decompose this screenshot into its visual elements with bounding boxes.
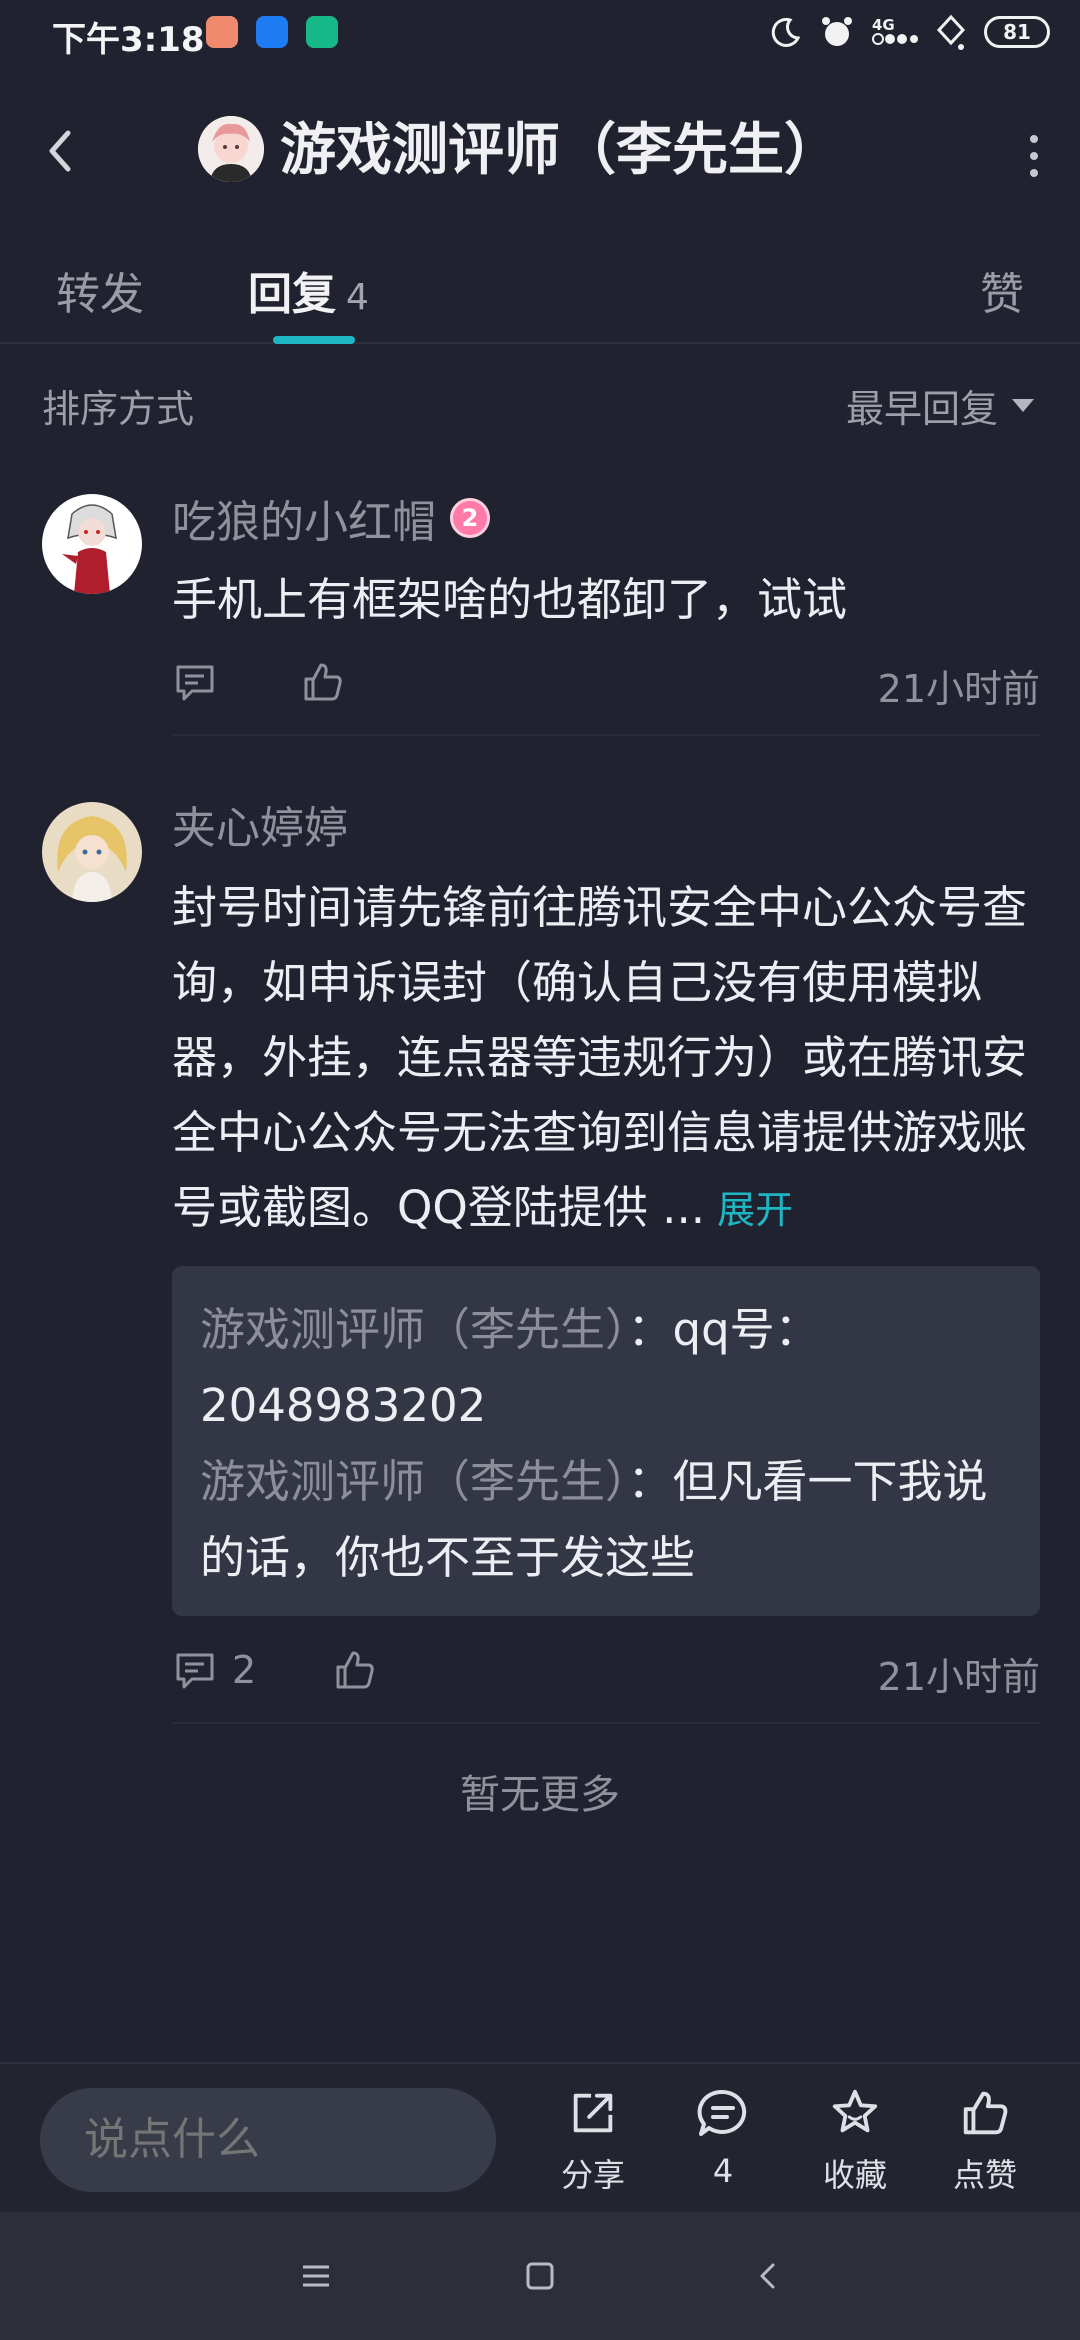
share-icon bbox=[573, 2093, 613, 2133]
comment-text-body: 封号时间请先锋前往腾讯安全中心公众号查询，如申诉误封（确认自己没有使用模拟器，外… bbox=[172, 881, 1028, 1234]
comment-actions: 21小时前 bbox=[172, 654, 1040, 711]
expand-link[interactable]: 展开 bbox=[717, 1188, 793, 1232]
bottom-action-bar: 分享 4 收藏 点赞 bbox=[0, 2062, 1080, 2212]
tab-reply-label: 回复 bbox=[248, 269, 336, 320]
anime-avatar-icon bbox=[42, 494, 142, 594]
thumbs-up-icon bbox=[963, 2091, 1008, 2135]
sort-value-label: 最早回复 bbox=[845, 387, 998, 431]
thumbs-up-icon bbox=[336, 1651, 374, 1689]
tab-reply[interactable]: 回复 4 bbox=[248, 258, 369, 322]
like-button[interactable] bbox=[300, 654, 346, 710]
commenter-name[interactable]: 夹心婷婷 bbox=[172, 792, 348, 856]
battery-indicator: 81 bbox=[984, 16, 1050, 48]
tab-reply-count: 4 bbox=[346, 277, 369, 318]
home-nav-button[interactable] bbox=[514, 2250, 566, 2302]
more-vertical-icon-dot bbox=[1030, 135, 1038, 143]
notification-app-icon-2 bbox=[256, 16, 288, 48]
reply-count: 2 bbox=[232, 1648, 257, 1692]
end-of-list-text: 暂无更多 bbox=[460, 1772, 620, 1818]
star-icon bbox=[832, 2089, 878, 2133]
comment-text[interactable]: 封号时间请先锋前往腾讯安全中心公众号查询，如申诉误封（确认自己没有使用模拟器，外… bbox=[172, 870, 1042, 1248]
reply-button[interactable]: 2 bbox=[172, 1642, 256, 1698]
commenter-avatar[interactable] bbox=[42, 494, 142, 594]
notification-app-icon-1 bbox=[206, 16, 238, 48]
status-time: 下午3:18 bbox=[52, 20, 205, 60]
system-navigation-bar bbox=[0, 2212, 1080, 2340]
comments-count: 4 bbox=[712, 2152, 734, 2190]
comment-divider bbox=[172, 1722, 1040, 1724]
post-replies-screen: 下午3:18 4G 81 游戏测评师（李先生） 转发 回复 4 赞 排序方式 最… bbox=[0, 0, 1080, 2340]
wifi-diamond-icon bbox=[936, 14, 966, 50]
reply-preview-box[interactable]: 游戏测评师（李先生）：qq号：2048983202 游戏测评师（李先生）：但凡看… bbox=[172, 1266, 1040, 1616]
reply-author[interactable]: 游戏测评师（李先生） bbox=[200, 1303, 628, 1356]
comment-text[interactable]: 手机上有框架啥的也都卸了，试试 bbox=[172, 562, 1042, 637]
menu-nav-button[interactable] bbox=[290, 2250, 342, 2302]
comment-time: 21小时前 bbox=[877, 1655, 1040, 1699]
caret-down-icon bbox=[1012, 399, 1034, 412]
moon-icon bbox=[771, 17, 801, 47]
header: 游戏测评师（李先生） bbox=[0, 66, 1080, 238]
anime-avatar-icon bbox=[42, 802, 142, 902]
comment-input[interactable] bbox=[40, 2088, 496, 2192]
level-badge: 2 bbox=[450, 498, 490, 538]
status-icons: 4G 81 bbox=[770, 12, 1050, 52]
reply-author[interactable]: 游戏测评师（李先生） bbox=[200, 1455, 628, 1508]
active-tab-indicator bbox=[273, 336, 355, 344]
share-label: 分享 bbox=[560, 2156, 625, 2194]
sort-label: 排序方式 bbox=[42, 387, 195, 431]
anime-avatar-icon bbox=[198, 116, 264, 182]
comment-time: 21小时前 bbox=[877, 667, 1040, 711]
thumbs-up-icon bbox=[304, 663, 342, 701]
reply-button[interactable] bbox=[172, 654, 218, 710]
alarm-icon bbox=[822, 17, 852, 46]
tab-like[interactable]: 赞 bbox=[980, 258, 1024, 322]
comment-actions: 2 21小时前 bbox=[172, 1642, 1040, 1699]
comment-divider bbox=[172, 734, 1040, 736]
commenter-name[interactable]: 吃狼的小红帽 2 bbox=[172, 486, 490, 550]
more-vertical-icon-dot bbox=[1030, 169, 1038, 177]
commenter-avatar[interactable] bbox=[42, 802, 142, 902]
page-title: 游戏测评师（李先生） bbox=[280, 118, 840, 183]
more-options-button[interactable] bbox=[1014, 126, 1054, 186]
share-button[interactable]: 分享 bbox=[538, 2086, 648, 2196]
status-bar: 下午3:18 4G 81 bbox=[0, 0, 1080, 66]
sort-dropdown[interactable]: 最早回复 bbox=[846, 378, 1034, 433]
like-button[interactable] bbox=[332, 1642, 378, 1698]
sort-row: 排序方式 最早回复 bbox=[0, 370, 1080, 440]
home-square-icon bbox=[526, 2262, 554, 2290]
back-nav-button[interactable] bbox=[742, 2250, 794, 2302]
back-chevron-icon bbox=[760, 2263, 775, 2289]
notification-app-icon-3 bbox=[306, 16, 338, 48]
comment-icon bbox=[176, 1653, 214, 1689]
more-vertical-icon-dot bbox=[1030, 152, 1038, 160]
comment-icon bbox=[176, 665, 214, 701]
menu-icon bbox=[303, 2265, 329, 2287]
favorite-button[interactable]: 收藏 bbox=[800, 2086, 910, 2196]
favorite-label: 收藏 bbox=[822, 2156, 887, 2194]
commenter-name-text: 夹心婷婷 bbox=[172, 803, 348, 854]
reply-preview-item: 游戏测评师（李先生）：qq号：2048983202 bbox=[200, 1292, 1012, 1444]
chevron-left-icon bbox=[49, 130, 71, 172]
back-button[interactable] bbox=[36, 121, 86, 181]
author-avatar[interactable] bbox=[198, 116, 264, 182]
like-post-button[interactable]: 点赞 bbox=[930, 2086, 1040, 2196]
tab-repost[interactable]: 转发 bbox=[56, 258, 144, 322]
chat-bubble-icon bbox=[697, 2089, 747, 2136]
reply-preview-item: 游戏测评师（李先生）：但凡看一下我说的话，你也不至于发这些 bbox=[200, 1444, 1012, 1596]
like-label: 点赞 bbox=[952, 2156, 1017, 2194]
tab-bar: 转发 回复 4 赞 bbox=[0, 238, 1080, 344]
signal-icon: 4G bbox=[872, 18, 918, 46]
comments-button[interactable]: 4 bbox=[668, 2086, 778, 2196]
commenter-name-text: 吃狼的小红帽 bbox=[172, 497, 436, 548]
